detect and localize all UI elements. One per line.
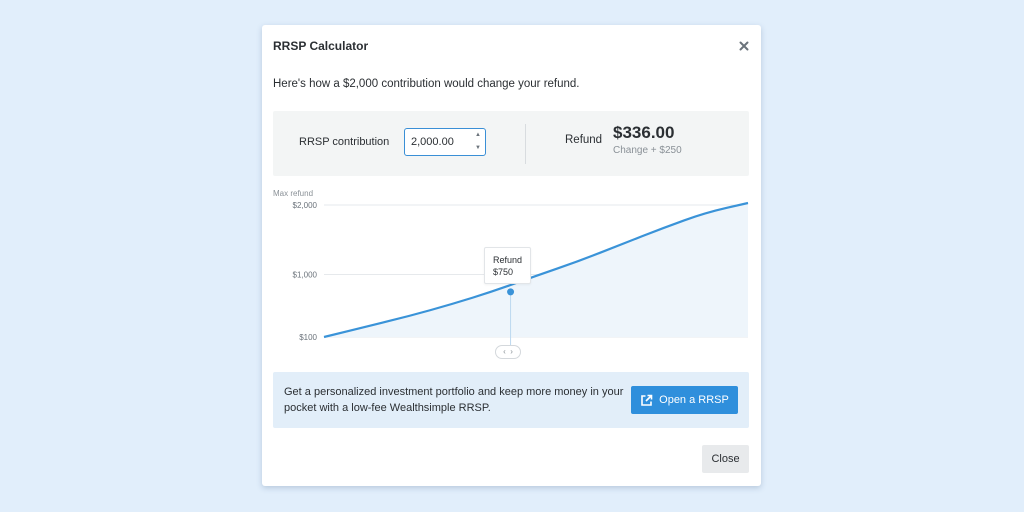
stepper-down-icon[interactable]: ▼ <box>475 144 481 152</box>
stepper-up-icon[interactable]: ▲ <box>475 131 481 139</box>
chart-marker-point <box>507 288 515 296</box>
intro-text: Here's how a $2,000 contribution would c… <box>273 78 580 90</box>
promo-text: Get a personalized investment portfolio … <box>284 386 624 414</box>
contribution-label: RRSP contribution <box>299 136 390 148</box>
calculator-panel: RRSP contribution ▲ ▼ Refund $336.00 Cha… <box>273 111 749 176</box>
chevron-right-icon: › <box>510 347 513 356</box>
refund-tooltip: Refund $750 <box>484 247 531 284</box>
open-rrsp-button[interactable]: Open a RRSP <box>631 386 738 414</box>
chart-area-fill <box>324 203 748 337</box>
rrsp-calculator-modal: RRSP Calculator Here's how a $2,000 cont… <box>262 25 761 486</box>
refund-change: Change + $250 <box>613 145 682 156</box>
close-icon[interactable] <box>737 39 751 53</box>
modal-title: RRSP Calculator <box>273 39 369 53</box>
y-axis-label: Max refund <box>273 189 313 198</box>
contribution-stepper[interactable]: ▲ ▼ <box>473 131 483 152</box>
refund-label: Refund <box>565 134 603 146</box>
chart-slider-handle[interactable]: ‹ › <box>495 345 521 359</box>
open-rrsp-label: Open a RRSP <box>659 394 729 406</box>
refund-amount: $336.00 <box>613 123 675 142</box>
y-tick-label: $1,000 <box>293 270 318 279</box>
tooltip-value: $750 <box>493 267 514 277</box>
tooltip-label: Refund <box>493 255 523 265</box>
external-link-icon <box>641 394 653 406</box>
chevron-left-icon: ‹ <box>503 347 506 356</box>
close-button[interactable]: Close <box>702 445 749 473</box>
promo-banner: Get a personalized investment portfolio … <box>273 372 749 428</box>
y-tick-label: $100 <box>299 333 317 342</box>
contribution-input[interactable] <box>405 129 471 154</box>
y-tick-label: $2,000 <box>293 201 318 210</box>
panel-divider <box>525 124 526 164</box>
contribution-field: ▲ ▼ <box>404 128 486 156</box>
